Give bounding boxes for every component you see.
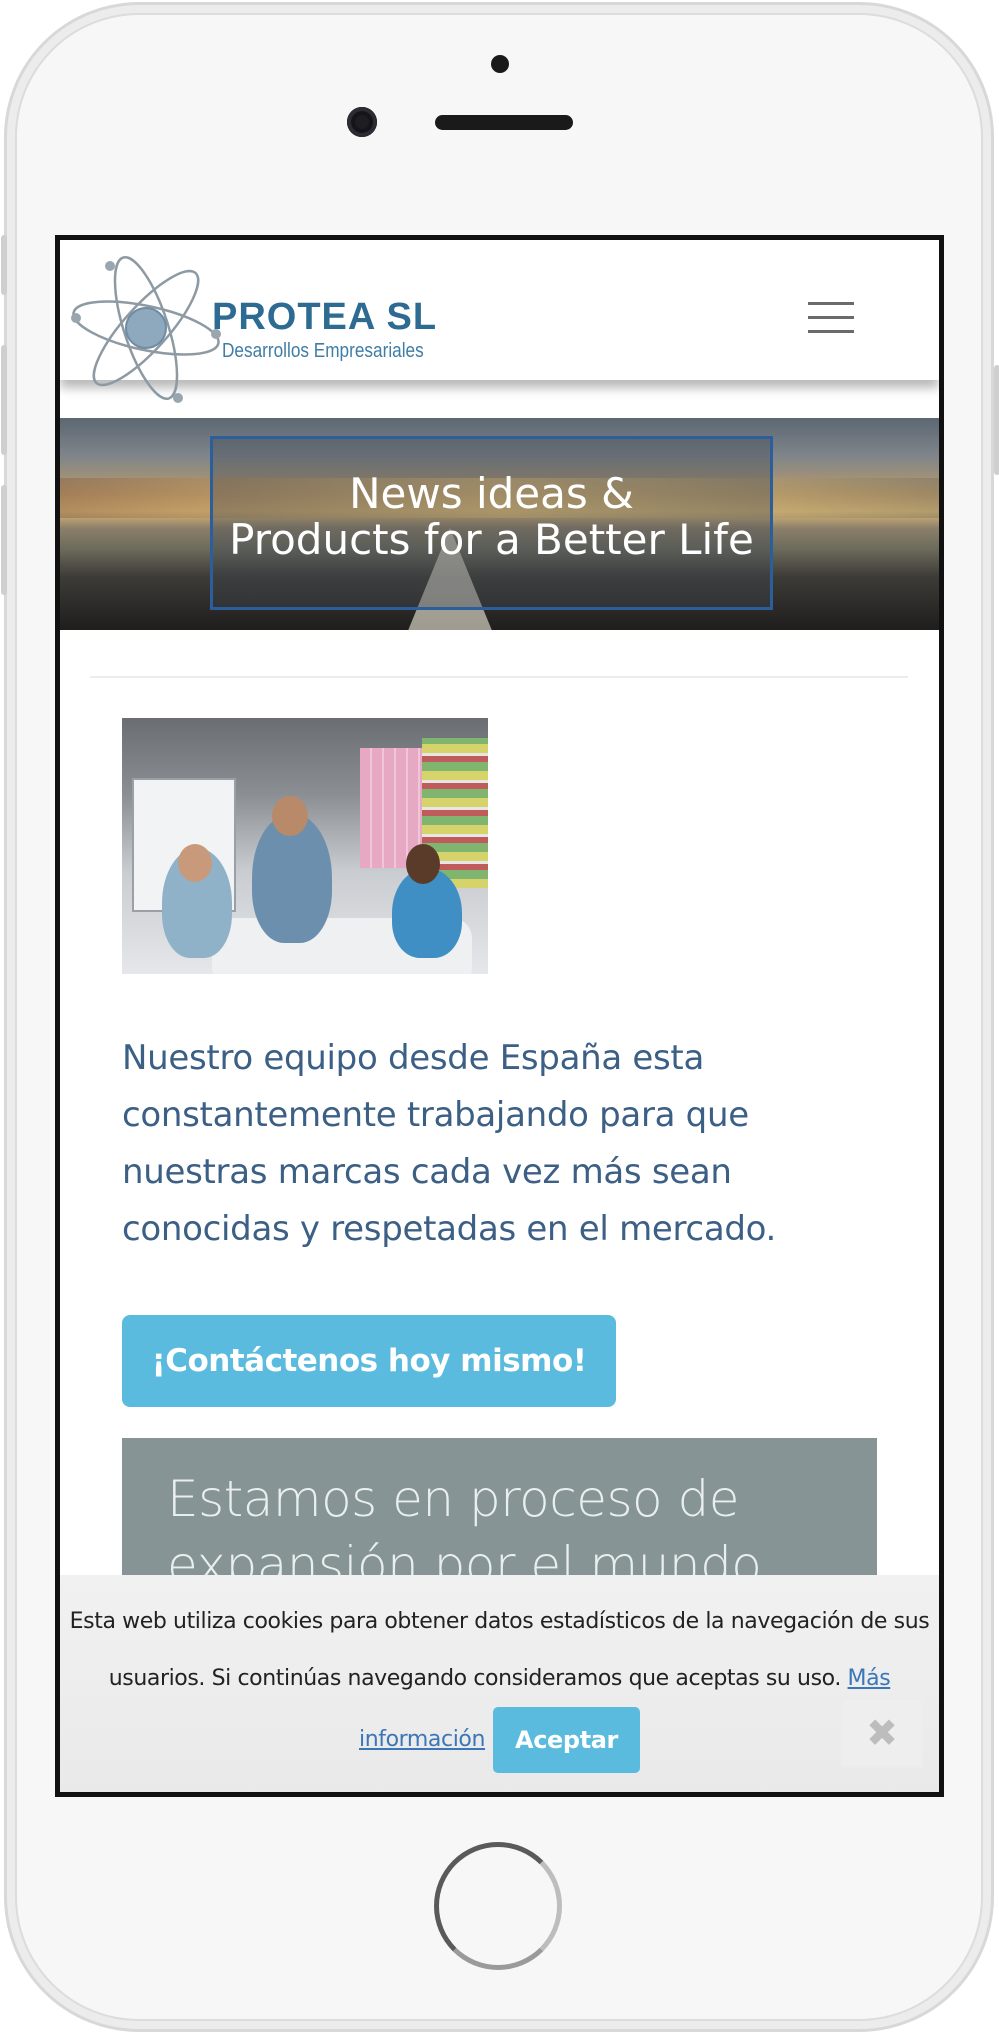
atom-logo-icon	[71, 256, 221, 403]
brand-name: PROTEA SL	[212, 296, 438, 338]
cookie-line-2-text: usuarios. Si continúas navegando conside…	[108, 1666, 842, 1691]
banner-line-2: Products for a Better Life	[229, 515, 754, 564]
photo-person-3-head	[406, 844, 440, 884]
power-button	[994, 365, 999, 475]
photo-person-1-head	[178, 844, 212, 882]
phone-screen: PROTEA SL Desarrollos Empresariales News…	[55, 235, 944, 1797]
close-icon[interactable]: ✖	[840, 1698, 924, 1768]
section-divider	[90, 676, 908, 678]
cookie-text: Esta web utiliza cookies para obtener da…	[60, 1593, 939, 1773]
volume-down-button	[1, 485, 7, 595]
earpiece-speaker	[435, 115, 573, 130]
menu-bar	[808, 302, 854, 305]
brand-tagline: Desarrollos Empresariales	[222, 340, 424, 362]
team-photo	[122, 718, 488, 974]
proximity-sensor	[491, 55, 509, 73]
cookie-line-3: información Aceptar	[60, 1707, 939, 1773]
team-headline: Nuestro equipo desde España esta constan…	[122, 1038, 777, 1249]
contact-button[interactable]: ¡Contáctenos hoy mismo!	[122, 1315, 616, 1407]
cookie-banner: Esta web utiliza cookies para obtener da…	[60, 1575, 939, 1792]
hamburger-menu-icon[interactable]	[808, 302, 854, 334]
banner-frame: News ideas & Products for a Better Life	[210, 436, 773, 610]
more-info-link[interactable]: información	[359, 1727, 485, 1752]
front-camera-icon	[347, 107, 377, 137]
more-info-link-part-1[interactable]: Más	[848, 1666, 891, 1691]
banner-text: News ideas & Products for a Better Life	[213, 471, 770, 563]
cookie-line-2: usuarios. Si continúas navegando conside…	[60, 1650, 939, 1707]
banner-line-1: News ideas &	[349, 469, 634, 518]
home-button[interactable]	[434, 1842, 562, 1970]
photo-person-2-head	[272, 796, 308, 836]
mute-switch	[1, 235, 7, 295]
volume-up-button	[1, 345, 7, 455]
cookie-line-1: Esta web utiliza cookies para obtener da…	[69, 1609, 930, 1634]
accept-cookies-button[interactable]: Aceptar	[493, 1707, 640, 1773]
menu-bar	[808, 330, 854, 333]
site-header: PROTEA SL Desarrollos Empresariales	[60, 240, 939, 403]
hero-banner: News ideas & Products for a Better Life	[60, 418, 939, 630]
menu-bar	[808, 316, 854, 319]
